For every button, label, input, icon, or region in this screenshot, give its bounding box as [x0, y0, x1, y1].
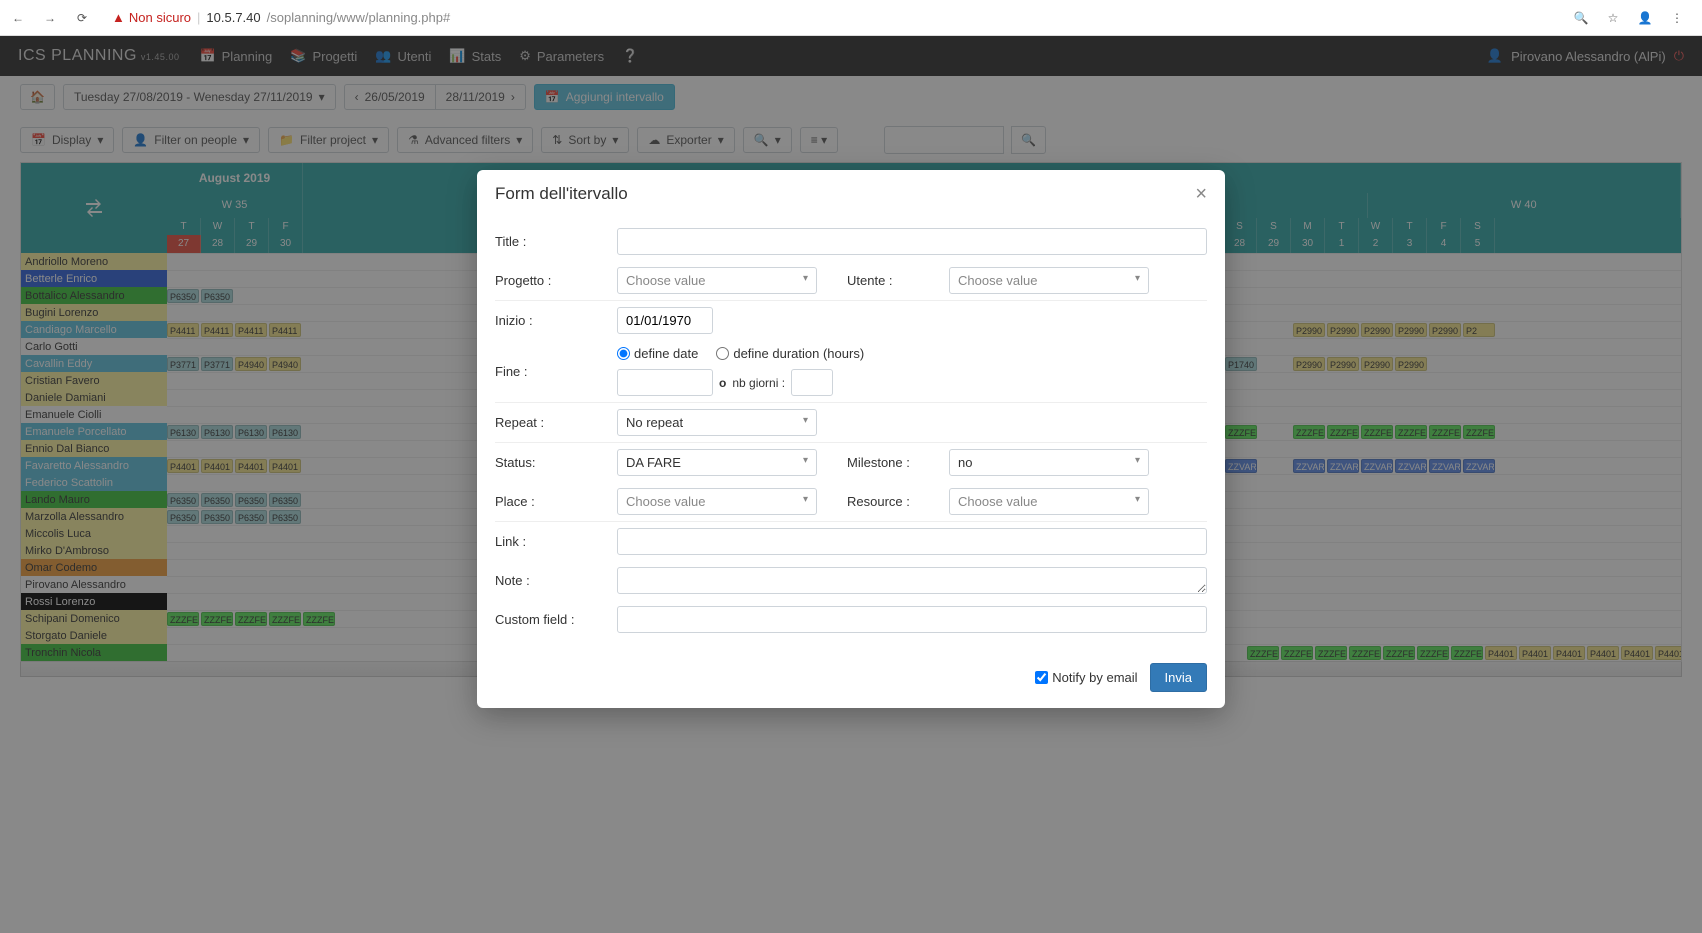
title-input[interactable]	[617, 228, 1207, 255]
status-label: Status:	[495, 455, 603, 470]
note-label: Note :	[495, 573, 603, 588]
browser-chrome: ← → ⟳ ▲ Non sicuro | 10.5.7.40/soplannin…	[0, 0, 1702, 36]
repeat-select[interactable]: No repeat	[617, 409, 817, 436]
note-textarea[interactable]	[617, 567, 1207, 594]
interval-form-modal: Form dell'itervallo × Title : Progetto :…	[477, 170, 1225, 708]
title-label: Title :	[495, 234, 603, 249]
status-select[interactable]: DA FARE	[617, 449, 817, 476]
reload-icon[interactable]: ⟳	[72, 8, 92, 28]
search-icon[interactable]: 🔍	[1572, 9, 1590, 27]
nb-giorni-input[interactable]	[791, 369, 833, 396]
nbgiorni-label: nb giorni :	[732, 376, 785, 390]
repeat-label: Repeat :	[495, 415, 603, 430]
utente-select[interactable]: Choose value	[949, 267, 1149, 294]
fine-date-input[interactable]	[617, 369, 713, 396]
url-path: /soplanning/www/planning.php#	[267, 10, 451, 25]
place-select[interactable]: Choose value	[617, 488, 817, 515]
profile-icon[interactable]: 👤	[1636, 9, 1654, 27]
link-input[interactable]	[617, 528, 1207, 555]
url-bar[interactable]: ▲ Non sicuro | 10.5.7.40/soplanning/www/…	[104, 6, 1560, 29]
resource-select[interactable]: Choose value	[949, 488, 1149, 515]
close-icon[interactable]: ×	[1195, 184, 1207, 204]
o-label: o	[719, 376, 726, 390]
milestone-select[interactable]: no	[949, 449, 1149, 476]
insecure-icon: ▲ Non sicuro	[112, 10, 191, 25]
back-icon[interactable]: ←	[8, 8, 28, 28]
submit-button[interactable]: Invia	[1150, 663, 1207, 692]
progetto-label: Progetto :	[495, 273, 603, 288]
modal-title: Form dell'itervallo	[495, 184, 628, 204]
place-label: Place :	[495, 494, 603, 509]
star-icon[interactable]: ☆	[1604, 9, 1622, 27]
inizio-label: Inizio :	[495, 313, 603, 328]
link-label: Link :	[495, 534, 603, 549]
milestone-label: Milestone :	[847, 455, 919, 470]
inizio-input[interactable]	[617, 307, 713, 334]
menu-icon[interactable]: ⋮	[1668, 9, 1686, 27]
url-host: 10.5.7.40	[206, 10, 260, 25]
progetto-select[interactable]: Choose value	[617, 267, 817, 294]
notify-checkbox[interactable]: Notify by email	[1035, 670, 1137, 685]
fine-label: Fine :	[495, 364, 603, 379]
resource-label: Resource :	[847, 494, 919, 509]
utente-label: Utente :	[847, 273, 919, 288]
forward-icon[interactable]: →	[40, 8, 60, 28]
custom-label: Custom field :	[495, 612, 603, 627]
define-duration-radio[interactable]: define duration (hours)	[716, 346, 864, 361]
define-date-radio[interactable]: define date	[617, 346, 698, 361]
custom-field-input[interactable]	[617, 606, 1207, 633]
